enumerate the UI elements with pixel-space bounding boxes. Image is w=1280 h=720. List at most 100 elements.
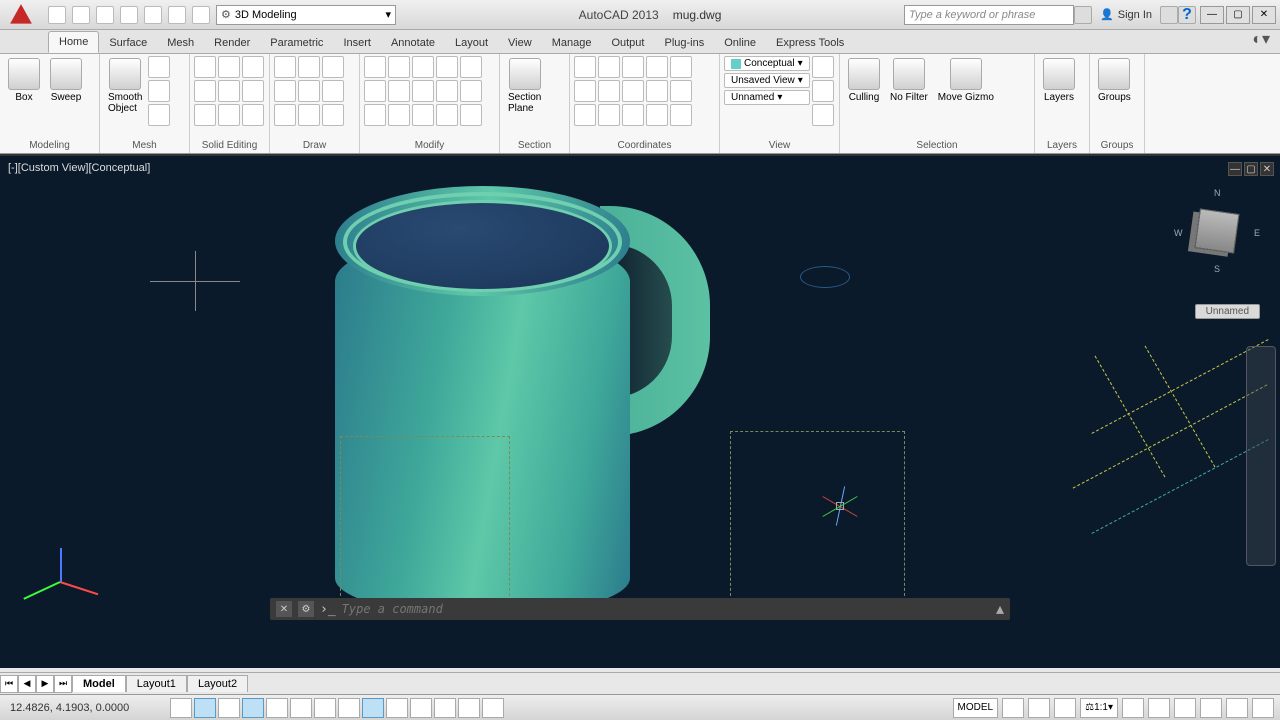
layers-button[interactable]: Layers	[1039, 56, 1079, 105]
workspace-dropdown[interactable]: ⚙ 3D Modeling ▾	[216, 5, 396, 25]
quickview-layouts-icon[interactable]	[1028, 698, 1050, 718]
maximize-button[interactable]: ▢	[1226, 6, 1250, 24]
workspace-switch-icon[interactable]	[1148, 698, 1170, 718]
tpy-toggle[interactable]	[410, 698, 432, 718]
open-icon[interactable]	[72, 6, 90, 24]
tab-annotate[interactable]: Annotate	[381, 33, 445, 53]
tab-render[interactable]: Render	[204, 33, 260, 53]
panel-section[interactable]: Section	[504, 138, 565, 151]
annotation-visibility-icon[interactable]	[1122, 698, 1144, 718]
isolate-objects-icon[interactable]	[1226, 698, 1248, 718]
mesh-tool-icon[interactable]	[148, 104, 170, 126]
ucs-dropdown[interactable]: Unnamed ▾	[724, 90, 810, 105]
tab-manage[interactable]: Manage	[542, 33, 602, 53]
tab-surface[interactable]: Surface	[99, 33, 157, 53]
nofilter-button[interactable]: No Filter	[886, 56, 932, 105]
sweep-button[interactable]: Sweep	[46, 56, 86, 105]
tab-mesh[interactable]: Mesh	[157, 33, 204, 53]
command-history-icon[interactable]: ▴	[996, 599, 1004, 619]
tab-nav-first-icon[interactable]: ⏮	[0, 675, 18, 693]
viewport-close-icon[interactable]: ✕	[1260, 162, 1274, 176]
draw-tool-icon[interactable]	[274, 56, 296, 78]
command-close-icon[interactable]: ✕	[276, 601, 292, 617]
grid-display-icon[interactable]	[1002, 698, 1024, 718]
command-input[interactable]	[342, 602, 990, 616]
groups-button[interactable]: Groups	[1094, 56, 1135, 105]
ducs-toggle[interactable]	[338, 698, 360, 718]
box-button[interactable]: Box	[4, 56, 44, 105]
mesh-tool-icon[interactable]	[148, 56, 170, 78]
navigation-bar[interactable]	[1246, 346, 1276, 566]
help-icon[interactable]: ?	[1178, 6, 1196, 24]
panel-draw[interactable]: Draw	[274, 138, 355, 151]
exchange-icon[interactable]	[1160, 6, 1178, 24]
lock-ui-icon[interactable]	[1174, 698, 1196, 718]
quickview-drawings-icon[interactable]	[1054, 698, 1076, 718]
polar-toggle[interactable]	[242, 698, 264, 718]
am-toggle[interactable]	[482, 698, 504, 718]
search-input[interactable]: Type a keyword or phrase	[904, 5, 1074, 25]
hardware-accel-icon[interactable]	[1200, 698, 1222, 718]
dyn-toggle[interactable]	[362, 698, 384, 718]
tab-nav-next-icon[interactable]: ▶	[36, 675, 54, 693]
tab-online[interactable]: Online	[714, 33, 766, 53]
panel-modeling[interactable]: Modeling	[4, 138, 95, 151]
panel-layers[interactable]: Layers	[1039, 138, 1085, 151]
viewport-maximize-icon[interactable]: ▢	[1244, 162, 1258, 176]
ortho-toggle[interactable]	[218, 698, 240, 718]
command-config-icon[interactable]: ⚙	[298, 601, 314, 617]
viewport-minimize-icon[interactable]: —	[1228, 162, 1242, 176]
panel-selection[interactable]: Selection	[844, 138, 1030, 151]
coord-tool-icon[interactable]	[574, 56, 596, 78]
panel-modify[interactable]: Modify	[364, 138, 495, 151]
binoculars-icon[interactable]	[1074, 6, 1092, 24]
redo-icon[interactable]	[192, 6, 210, 24]
tab-output[interactable]: Output	[601, 33, 654, 53]
otrack-toggle[interactable]	[314, 698, 336, 718]
save-icon[interactable]	[96, 6, 114, 24]
tab-layout[interactable]: Layout	[445, 33, 498, 53]
viewcube[interactable]: NSEW	[1172, 186, 1262, 276]
visual-style-dropdown[interactable]: Conceptual ▾	[724, 56, 810, 71]
ribbon-options-icon[interactable]: ◐▾	[1242, 25, 1280, 53]
view-dropdown[interactable]: Unsaved View ▾	[724, 73, 810, 88]
mesh-tool-icon[interactable]	[148, 80, 170, 102]
tab-nav-last-icon[interactable]: ⏭	[54, 675, 72, 693]
panel-mesh[interactable]: Mesh	[104, 138, 185, 151]
movegizmo-button[interactable]: Move Gizmo	[934, 56, 998, 105]
tab-expresstools[interactable]: Express Tools	[766, 33, 854, 53]
panel-solid-editing[interactable]: Solid Editing	[194, 138, 265, 151]
close-button[interactable]: ✕	[1252, 6, 1276, 24]
layout-tab-layout2[interactable]: Layout2	[187, 675, 248, 692]
tab-plugins[interactable]: Plug-ins	[654, 33, 714, 53]
clean-screen-icon[interactable]	[1252, 698, 1274, 718]
viewcube-tag[interactable]: Unnamed	[1195, 304, 1260, 319]
snap-toggle[interactable]	[170, 698, 192, 718]
3dosnap-toggle[interactable]	[290, 698, 312, 718]
tab-nav-prev-icon[interactable]: ◀	[18, 675, 36, 693]
viewport-label[interactable]: [-][Custom View][Conceptual]	[8, 162, 150, 174]
grid-toggle[interactable]	[194, 698, 216, 718]
solid-tool-icon[interactable]	[194, 56, 216, 78]
annotation-scale[interactable]: ⚖ 1:1 ▾	[1080, 698, 1118, 718]
coordinates-readout[interactable]: 12.4826, 4.1903, 0.0000	[0, 702, 170, 714]
layout-tab-model[interactable]: Model	[72, 675, 126, 692]
layout-tab-layout1[interactable]: Layout1	[126, 675, 187, 692]
panel-coordinates[interactable]: Coordinates	[574, 138, 715, 151]
section-plane-button[interactable]: Section Plane	[504, 56, 545, 116]
qp-toggle[interactable]	[434, 698, 456, 718]
culling-button[interactable]: Culling	[844, 56, 884, 105]
tab-insert[interactable]: Insert	[333, 33, 381, 53]
sc-toggle[interactable]	[458, 698, 480, 718]
tab-home[interactable]: Home	[48, 31, 99, 53]
undo-icon[interactable]	[168, 6, 186, 24]
osnap-toggle[interactable]	[266, 698, 288, 718]
tab-view[interactable]: View	[498, 33, 542, 53]
tab-parametric[interactable]: Parametric	[260, 33, 333, 53]
modelspace-toggle[interactable]: MODEL	[953, 698, 999, 718]
viewport[interactable]: [-][Custom View][Conceptual] — ▢ ✕ NSEW …	[0, 154, 1280, 668]
new-icon[interactable]	[48, 6, 66, 24]
panel-groups[interactable]: Groups	[1094, 138, 1140, 151]
sign-in[interactable]: 👤 Sign In	[1092, 8, 1160, 21]
minimize-button[interactable]: —	[1200, 6, 1224, 24]
